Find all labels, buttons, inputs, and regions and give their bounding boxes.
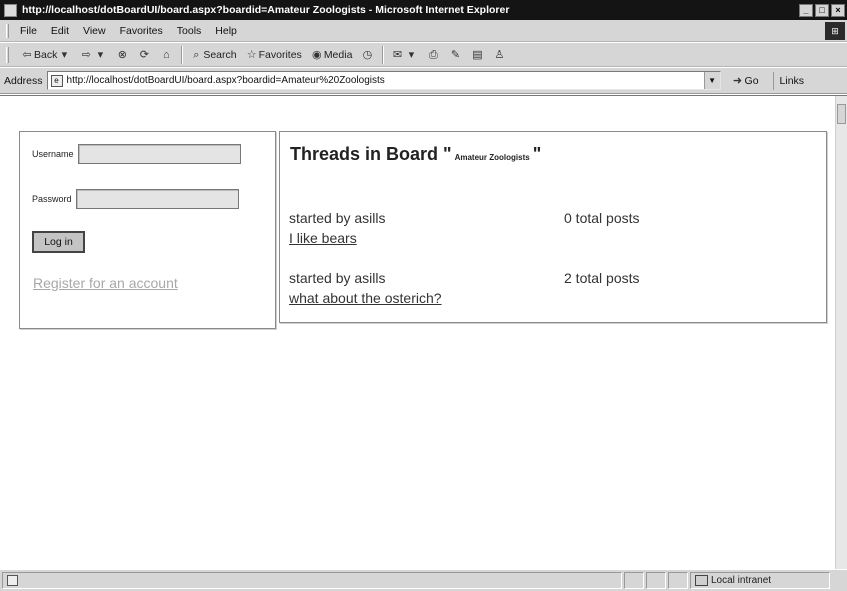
password-input[interactable] bbox=[75, 189, 239, 209]
menu-favorites[interactable]: Favorites bbox=[120, 25, 163, 37]
media-button[interactable]: ◉ Media bbox=[310, 48, 353, 62]
ie-icon bbox=[4, 3, 17, 17]
messenger-icon: ♙ bbox=[494, 48, 505, 61]
favorites-label: Favorites bbox=[258, 48, 302, 61]
username-label: Username bbox=[32, 149, 74, 159]
thread-post-count: 2 total posts bbox=[564, 270, 640, 286]
stop-button[interactable]: ⊗ bbox=[115, 48, 129, 62]
menu-help[interactable]: Help bbox=[215, 25, 237, 37]
threads-panel: Threads in Board " Amateur Zoologists " st… bbox=[279, 131, 827, 323]
favorites-button[interactable]: ☆ Favorites bbox=[245, 48, 302, 62]
home-icon: ⌂ bbox=[163, 48, 170, 61]
toolbar-grip bbox=[6, 47, 9, 63]
search-label: Search bbox=[203, 48, 237, 61]
chevron-down-icon: ▾ bbox=[97, 48, 104, 61]
password-label: Password bbox=[32, 194, 72, 204]
mail-icon: ✉ bbox=[392, 48, 403, 61]
go-button[interactable]: ➜ Go bbox=[731, 74, 759, 88]
chevron-down-icon: ▾ bbox=[408, 48, 415, 61]
address-input[interactable]: e http://localhost/dotBoardUI/board.aspx… bbox=[46, 71, 721, 90]
refresh-button[interactable]: ⟳ bbox=[137, 48, 151, 62]
mail-button[interactable]: ✉ ▾ bbox=[390, 48, 418, 62]
windows-logo-icon: ⊞ bbox=[825, 22, 845, 40]
login-panel: Username Password Log in Register for an… bbox=[19, 131, 276, 329]
password-row: Password bbox=[32, 189, 239, 209]
discuss-button[interactable]: ▤ bbox=[470, 48, 484, 62]
messenger-button[interactable]: ♙ bbox=[492, 48, 506, 62]
maximize-button[interactable]: □ bbox=[815, 3, 829, 17]
login-button[interactable]: Log in bbox=[32, 231, 85, 253]
thread-post-count: 0 total posts bbox=[564, 210, 640, 226]
status-cell bbox=[646, 572, 666, 589]
chevron-down-icon: ▾ bbox=[61, 48, 68, 61]
username-row: Username bbox=[32, 144, 241, 164]
links-button[interactable]: Links bbox=[772, 71, 804, 90]
toolbar-separator bbox=[382, 45, 385, 64]
stop-icon: ⊗ bbox=[117, 48, 127, 61]
edit-icon: ✎ bbox=[450, 48, 461, 61]
refresh-icon: ⟳ bbox=[139, 48, 149, 61]
forward-button[interactable]: ⇨ ▾ bbox=[79, 48, 107, 62]
board-name: Amateur Zoologists bbox=[454, 153, 530, 162]
page-status-icon bbox=[7, 575, 18, 586]
address-label: Address bbox=[4, 74, 43, 87]
title-prefix: Threads in Board " bbox=[290, 144, 452, 164]
menu-edit[interactable]: Edit bbox=[51, 25, 69, 37]
username-input[interactable] bbox=[77, 144, 241, 164]
thread-starter: started by asills bbox=[289, 210, 386, 226]
scrollbar-thumb[interactable] bbox=[837, 104, 846, 124]
toolbar-separator bbox=[181, 45, 184, 64]
search-icon: ⌕ bbox=[193, 48, 200, 61]
page-title: Threads in Board " Amateur Zoologists " bbox=[290, 144, 541, 165]
menu-file[interactable]: File bbox=[20, 25, 37, 37]
close-button[interactable]: × bbox=[831, 3, 845, 17]
status-cell bbox=[624, 572, 644, 589]
go-arrow-icon: ➜ bbox=[732, 74, 743, 87]
standard-toolbar: ⇦ Back ▾ ⇨ ▾ ⊗ ⟳ ⌂ ⌕ Search ☆ Favorites … bbox=[0, 43, 847, 67]
forward-arrow-icon: ⇨ bbox=[81, 48, 91, 61]
print-icon: ⎙ bbox=[429, 48, 438, 61]
address-url[interactable]: http://localhost/dotBoardUI/board.aspx?b… bbox=[67, 75, 720, 86]
security-zone: Local intranet bbox=[690, 572, 830, 589]
status-cell bbox=[668, 572, 688, 589]
vertical-scrollbar[interactable] bbox=[835, 96, 847, 569]
intranet-icon bbox=[695, 575, 708, 586]
media-icon: ◉ bbox=[312, 48, 322, 61]
status-bar: Local intranet bbox=[0, 569, 847, 591]
status-text-area bbox=[2, 572, 622, 589]
address-dropdown-button[interactable]: ▼ bbox=[703, 72, 720, 89]
thread-link[interactable]: I like bears bbox=[289, 230, 357, 246]
toolbar-grip bbox=[6, 24, 9, 38]
address-bar: Address e http://localhost/dotBoardUI/bo… bbox=[0, 68, 847, 94]
menu-bar: File Edit View Favorites Tools Help ⊞ bbox=[0, 20, 847, 42]
thread-starter: started by asills bbox=[289, 270, 386, 286]
print-button[interactable]: ⎙ bbox=[426, 48, 440, 62]
page-icon: e bbox=[50, 74, 63, 87]
edit-button[interactable]: ✎ bbox=[448, 48, 462, 62]
thread-row: started by asills 2 total posts what abo… bbox=[289, 270, 789, 310]
favorites-icon: ☆ bbox=[246, 48, 257, 61]
register-link[interactable]: Register for an account bbox=[33, 275, 178, 291]
back-button[interactable]: ⇦ Back ▾ bbox=[20, 48, 71, 62]
search-button[interactable]: ⌕ Search bbox=[189, 48, 236, 62]
go-label: Go bbox=[744, 74, 759, 87]
menu-tools[interactable]: Tools bbox=[177, 25, 202, 37]
title-suffix: " bbox=[532, 144, 542, 164]
zone-label: Local intranet bbox=[711, 575, 772, 586]
window-title-bar: http://localhost/dotBoardUI/board.aspx?b… bbox=[0, 0, 847, 20]
thread-link[interactable]: what about the osterich? bbox=[289, 290, 442, 306]
back-label: Back bbox=[34, 48, 58, 61]
window-title: http://localhost/dotBoardUI/board.aspx?b… bbox=[22, 4, 510, 16]
page-viewport: Username Password Log in Register for an… bbox=[0, 95, 847, 569]
discuss-icon: ▤ bbox=[472, 48, 483, 61]
history-button[interactable]: ◷ bbox=[360, 48, 374, 62]
minimize-button[interactable]: _ bbox=[799, 3, 813, 17]
home-button[interactable]: ⌂ bbox=[159, 48, 173, 62]
history-icon: ◷ bbox=[362, 48, 373, 61]
media-label: Media bbox=[323, 48, 353, 61]
back-arrow-icon: ⇦ bbox=[22, 48, 32, 61]
thread-row: started by asills 0 total posts I like b… bbox=[289, 210, 789, 250]
menu-view[interactable]: View bbox=[83, 25, 106, 37]
